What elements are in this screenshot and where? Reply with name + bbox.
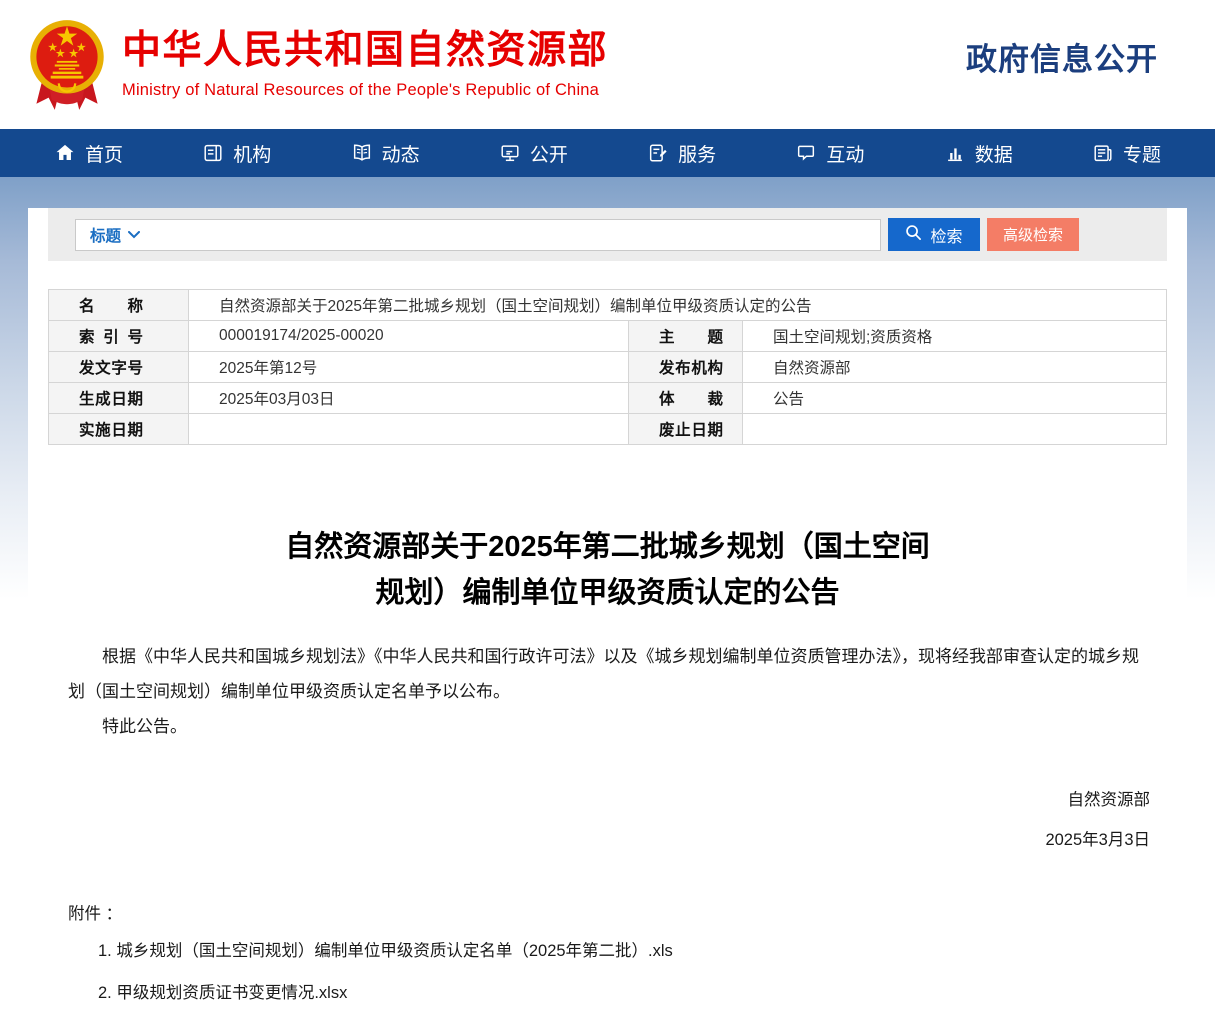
nav-item-label: 公开	[530, 140, 568, 167]
chat-bubble-icon	[795, 142, 817, 164]
magnifier-icon	[905, 224, 922, 246]
advanced-search-button[interactable]: 高级检索	[987, 218, 1079, 251]
main-navigation: 首页 机构 动态 公开 服务 互动 数据	[0, 129, 1215, 177]
site-title: 中华人民共和国自然资源部	[122, 29, 608, 74]
meta-value-subject: 国土空间规划;资质资格	[743, 321, 1167, 352]
organization-icon	[202, 142, 224, 164]
meta-value-genre: 公告	[743, 383, 1167, 414]
nav-item-topics[interactable]: 专题	[1092, 140, 1161, 167]
document-title-line-1: 自然资源部关于2025年第二批城乡规划（国土空间	[28, 525, 1187, 571]
nav-item-label: 服务	[678, 140, 716, 167]
signature-date: 2025年3月3日	[28, 826, 1150, 850]
nav-item-disclosure[interactable]: 公开	[499, 140, 568, 167]
paragraph: 特此公告。	[68, 709, 1150, 744]
attachments-label: 附件 ：	[68, 900, 1150, 924]
home-icon	[54, 142, 76, 164]
nav-item-data[interactable]: 数据	[944, 140, 1013, 167]
search-button[interactable]: 检索	[888, 218, 980, 251]
nav-item-services[interactable]: 服务	[647, 140, 716, 167]
meta-label-effective-date: 实施日期	[49, 414, 189, 445]
search-field-label: 标题	[90, 224, 121, 246]
paragraph: 根据《中华人民共和国城乡规划法》《中华人民共和国行政许可法》以及《城乡规划编制单…	[68, 639, 1150, 709]
content-panel: 标题 检索 高级检索 名称 自然资源部关于2025年第二批城乡规划（国土空间规划…	[28, 208, 1187, 1022]
signature-issuer: 自然资源部	[28, 786, 1150, 810]
search-input[interactable]	[152, 220, 880, 250]
document-article: 自然资源部关于2025年第二批城乡规划（国土空间 规划）编制单位甲级资质认定的公…	[28, 525, 1187, 1008]
page-background: 标题 检索 高级检索 名称 自然资源部关于2025年第二批城乡规划（国土空间规划…	[0, 177, 1215, 1022]
table-row: 生成日期 2025年03月03日 体裁 公告	[49, 383, 1167, 414]
china-national-emblem-icon	[28, 14, 106, 116]
search-button-label: 检索	[930, 223, 962, 247]
meta-label-subject: 主题	[629, 321, 743, 352]
meta-value-doc-number: 2025年第12号	[189, 352, 629, 383]
search-field-selector[interactable]: 标题	[76, 224, 152, 246]
chevron-down-icon	[128, 226, 140, 244]
meta-label-genre: 体裁	[629, 383, 743, 414]
bar-chart-icon	[944, 142, 966, 164]
nav-item-label: 互动	[826, 140, 864, 167]
table-row: 实施日期 废止日期	[49, 414, 1167, 445]
document-meta-table: 名称 自然资源部关于2025年第二批城乡规划（国土空间规划）编制单位甲级资质认定…	[48, 289, 1167, 445]
meta-label-doc-number: 发文字号	[49, 352, 189, 383]
attachment-link-1[interactable]: 1. 城乡规划（国土空间规划）编制单位甲级资质认定名单（2025年第二批）.xl…	[98, 936, 1150, 966]
site-subtitle: Ministry of Natural Resources of the Peo…	[122, 81, 608, 100]
meta-value-abolition-date	[743, 414, 1167, 445]
nav-item-label: 首页	[85, 140, 123, 167]
table-row: 发文字号 2025年第12号 发布机构 自然资源部	[49, 352, 1167, 383]
site-title-block: 中华人民共和国自然资源部 Ministry of Natural Resourc…	[122, 29, 608, 100]
site-header: 中华人民共和国自然资源部 Ministry of Natural Resourc…	[0, 0, 1215, 129]
meta-label-created-date: 生成日期	[49, 383, 189, 414]
service-edit-icon	[647, 142, 669, 164]
attachments-section: 附件 ： 1. 城乡规划（国土空间规划）编制单位甲级资质认定名单（2025年第二…	[68, 900, 1150, 1008]
page-title-disclosure: 政府信息公开	[966, 34, 1158, 95]
meta-value-issuer: 自然资源部	[743, 352, 1167, 383]
table-row: 索引号 000019174/2025-00020 主题 国土空间规划;资质资格	[49, 321, 1167, 352]
meta-value-name: 自然资源部关于2025年第二批城乡规划（国土空间规划）编制单位甲级资质认定的公告	[189, 290, 1167, 321]
meta-value-effective-date	[189, 414, 629, 445]
disclosure-monitor-icon	[499, 142, 521, 164]
nav-item-home[interactable]: 首页	[54, 140, 123, 167]
nav-item-interaction[interactable]: 互动	[795, 140, 864, 167]
attachment-link-2[interactable]: 2. 甲级规划资质证书变更情况.xlsx	[98, 978, 1150, 1008]
nav-item-label: 动态	[382, 140, 420, 167]
meta-value-created-date: 2025年03月03日	[189, 383, 629, 414]
news-book-icon	[351, 142, 373, 164]
topics-journal-icon	[1092, 142, 1114, 164]
search-bar: 标题 检索 高级检索	[48, 208, 1167, 261]
nav-item-label: 机构	[233, 140, 271, 167]
nav-item-news[interactable]: 动态	[351, 140, 420, 167]
meta-value-index-no: 000019174/2025-00020	[189, 321, 629, 352]
table-row: 名称 自然资源部关于2025年第二批城乡规划（国土空间规划）编制单位甲级资质认定…	[49, 290, 1167, 321]
document-title: 自然资源部关于2025年第二批城乡规划（国土空间 规划）编制单位甲级资质认定的公…	[28, 525, 1187, 617]
document-body: 根据《中华人民共和国城乡规划法》《中华人民共和国行政许可法》以及《城乡规划编制单…	[68, 639, 1150, 744]
signature-block: 自然资源部 2025年3月3日	[28, 786, 1187, 850]
nav-item-label: 专题	[1123, 140, 1161, 167]
nav-item-organization[interactable]: 机构	[202, 140, 271, 167]
meta-label-index-no: 索引号	[49, 321, 189, 352]
meta-label-issuer: 发布机构	[629, 352, 743, 383]
search-input-group: 标题	[75, 219, 881, 251]
document-title-line-2: 规划）编制单位甲级资质认定的公告	[28, 571, 1187, 617]
meta-label-name: 名称	[49, 290, 189, 321]
meta-label-abolition-date: 废止日期	[629, 414, 743, 445]
nav-item-label: 数据	[975, 140, 1013, 167]
